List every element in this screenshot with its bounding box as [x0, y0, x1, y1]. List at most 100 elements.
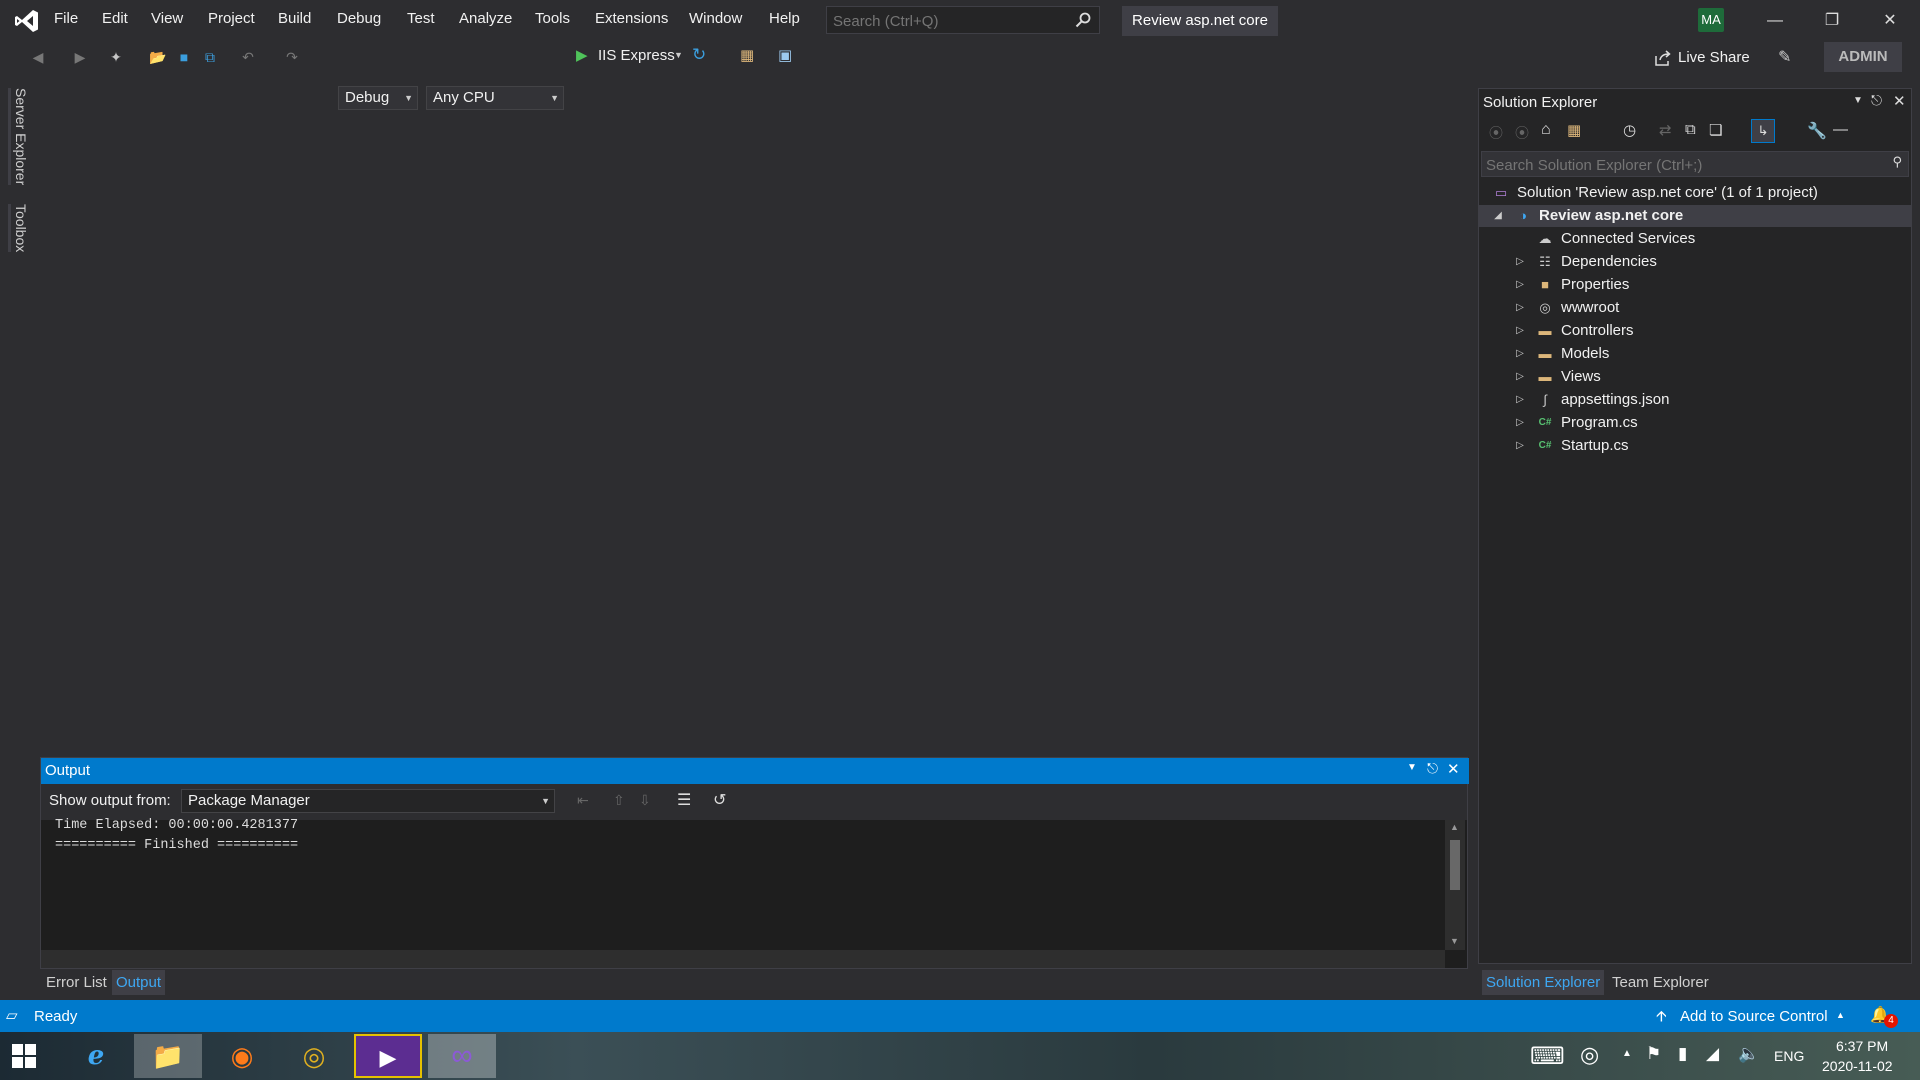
tree-item[interactable]: ▷ ▬ Controllers [1479, 320, 1911, 342]
keyboard-icon[interactable]: ⌨ [1530, 1042, 1565, 1071]
network-icon[interactable]: ◢ [1706, 1044, 1719, 1064]
collapse-arrow-icon[interactable]: ◢ [1491, 205, 1505, 227]
input-language[interactable]: ENG [1774, 1048, 1804, 1064]
expand-arrow-icon[interactable]: ▷ [1513, 343, 1527, 365]
add-to-source-control-button[interactable]: Add to Source Control [1680, 1008, 1828, 1025]
output-tab[interactable]: Output [112, 970, 166, 995]
browser-link-icon[interactable]: ▦ [740, 46, 754, 64]
pin-icon[interactable]: ⎋ [1427, 760, 1438, 777]
previous-message-icon[interactable]: ⇧ [613, 792, 625, 809]
refresh-icon[interactable]: ↻ [692, 45, 706, 65]
expand-arrow-icon[interactable]: ▷ [1513, 366, 1527, 388]
show-hidden-icons-chevron[interactable]: ▲ [1622, 1048, 1632, 1059]
close-panel-icon[interactable]: ✕ [1447, 760, 1460, 778]
tree-solution-row[interactable]: ▭ Solution 'Review asp.net core' (1 of 1… [1479, 182, 1911, 204]
visual-studio-installer-icon[interactable]: ▶ [354, 1034, 422, 1078]
firefox-icon[interactable]: ◉ [208, 1034, 276, 1078]
camera-icon[interactable]: ◎ [1580, 1042, 1599, 1068]
scroll-up-icon[interactable]: ▲ [1450, 822, 1459, 832]
vertical-scrollbar[interactable]: ▲ ▼ [1445, 820, 1465, 950]
save-all-icon[interactable]: ⧉ [200, 48, 220, 66]
navigate-forward-icon[interactable]: ▶ [70, 48, 90, 66]
server-explorer-tab[interactable]: Server Explorer [8, 88, 29, 186]
close-window-icon[interactable]: ✕ [1870, 6, 1910, 36]
show-all-files-icon[interactable]: ❏ [1709, 121, 1722, 139]
tree-item[interactable]: ▷ C# Program.cs [1479, 412, 1911, 434]
next-message-icon[interactable]: ⇩ [639, 792, 651, 809]
volume-icon[interactable]: 🔈 [1738, 1044, 1759, 1064]
windows-start-icon[interactable] [12, 1044, 36, 1068]
start-debugging-icon[interactable]: ▶ [576, 46, 588, 64]
internet-explorer-icon[interactable]: e [62, 1034, 130, 1078]
scrollbar-thumb[interactable] [1450, 840, 1460, 890]
pin-icon[interactable]: ⎋ [1871, 92, 1882, 109]
clock-date[interactable]: 2020-11-02 [1822, 1058, 1893, 1074]
run-target-button[interactable]: IIS Express [598, 47, 675, 64]
battery-icon[interactable]: ▮ [1678, 1044, 1687, 1064]
clock-time[interactable]: 6:37 PM [1836, 1038, 1888, 1054]
home-icon[interactable]: ⌂ [1541, 121, 1551, 139]
preview-selected-icon[interactable]: ↳ [1751, 119, 1775, 143]
menu-test[interactable]: Test [407, 10, 435, 27]
user-avatar[interactable]: MA [1698, 8, 1724, 32]
flag-icon[interactable]: ⚑ [1646, 1044, 1661, 1064]
global-search-input[interactable] [827, 7, 1065, 35]
live-share-icon[interactable] [1654, 50, 1672, 66]
error-list-tab[interactable]: Error List [46, 974, 107, 991]
tree-project-row[interactable]: ◢ ◑ Review asp.net core [1479, 205, 1911, 227]
tree-item[interactable]: ▷ ■ Properties [1479, 274, 1911, 296]
expand-arrow-icon[interactable]: ▷ [1513, 412, 1527, 434]
search-icon[interactable]: ⚲ [1892, 154, 1902, 170]
expand-arrow-icon[interactable]: ▷ [1513, 274, 1527, 296]
menu-build[interactable]: Build [278, 10, 311, 27]
undo-icon[interactable]: ↶ [238, 48, 258, 66]
visual-studio-logo-icon[interactable] [14, 8, 40, 34]
menu-help[interactable]: Help [769, 10, 800, 27]
new-project-icon[interactable]: ✦ [106, 48, 126, 66]
solution-explorer-tab[interactable]: Solution Explorer [1482, 970, 1605, 995]
sync-icon[interactable]: ⇄ [1659, 121, 1672, 139]
feedback-icon[interactable]: ✎ [1778, 47, 1791, 67]
menu-analyze[interactable]: Analyze [459, 10, 512, 27]
tree-item[interactable]: ▷ ▬ Models [1479, 343, 1911, 365]
menu-view[interactable]: View [151, 10, 183, 27]
menu-extensions[interactable]: Extensions [595, 10, 668, 27]
visual-studio-icon[interactable]: ∞ [428, 1034, 496, 1078]
expand-arrow-icon[interactable]: ▷ [1513, 320, 1527, 342]
back-icon[interactable]: ⦿ [1489, 123, 1503, 143]
collapse-all-icon[interactable]: ⧉ [1685, 121, 1696, 138]
global-search-box[interactable] [826, 6, 1100, 35]
horizontal-scrollbar[interactable] [41, 950, 1445, 968]
close-panel-icon[interactable]: ✕ [1893, 92, 1906, 110]
menu-window[interactable]: Window [689, 10, 742, 27]
tree-item[interactable]: ▷ C# Startup.cs [1479, 435, 1911, 457]
pending-changes-icon[interactable]: ◷ [1623, 121, 1636, 139]
tree-item[interactable]: ☁ Connected Services [1479, 228, 1911, 250]
panel-dropdown-icon[interactable]: ▼ [1853, 95, 1863, 106]
live-share-button[interactable]: Live Share [1678, 49, 1750, 66]
tree-item[interactable]: ▷ ▬ Views [1479, 366, 1911, 388]
tree-item[interactable]: ▷ ∫ appsettings.json [1479, 389, 1911, 411]
layout-icon[interactable]: ▣ [778, 46, 792, 64]
upload-arrow-icon[interactable]: 🡩 [1656, 1006, 1667, 1031]
solution-search-input[interactable] [1482, 152, 1868, 178]
expand-arrow-icon[interactable]: ▷ [1513, 297, 1527, 319]
redo-icon[interactable]: ↷ [282, 48, 302, 66]
menu-file[interactable]: File [54, 10, 78, 27]
tree-item[interactable]: ▷ ◎ wwwroot [1479, 297, 1911, 319]
clear-all-icon[interactable]: ☰ [677, 790, 691, 810]
scroll-down-icon[interactable]: ▼ [1450, 936, 1459, 946]
team-explorer-tab[interactable]: Team Explorer [1612, 974, 1709, 991]
run-target-chevron-icon[interactable]: ▼ [674, 50, 683, 60]
switch-views-icon[interactable]: ▦ [1567, 121, 1581, 139]
search-icon[interactable] [1075, 12, 1091, 28]
file-explorer-icon[interactable]: 📁 [134, 1034, 202, 1078]
toolbox-tab[interactable]: Toolbox [8, 204, 29, 253]
menu-debug[interactable]: Debug [337, 10, 381, 27]
save-icon[interactable]: ■ [174, 48, 194, 66]
find-message-icon[interactable]: ⇤ [577, 792, 589, 809]
panel-dropdown-icon[interactable]: ▼ [1407, 762, 1417, 773]
menu-tools[interactable]: Tools [535, 10, 570, 27]
minus-icon[interactable]: — [1833, 121, 1848, 138]
tree-item[interactable]: ▷ ☷ Dependencies [1479, 251, 1911, 273]
